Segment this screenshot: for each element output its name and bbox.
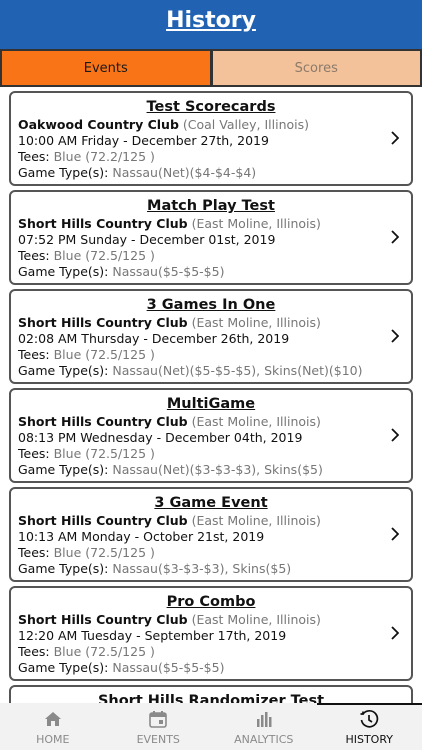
nav-events[interactable]: EVENTS: [106, 703, 212, 750]
tees-label: Tees:: [18, 347, 50, 362]
game-types-label: Game Type(s):: [18, 462, 109, 477]
event-datetime: 02:08 AM Thursday - December 26th, 2019: [18, 331, 290, 346]
event-name: Pro Combo: [166, 594, 256, 610]
game-types-value: Nassau($5-$5-$5): [112, 264, 225, 279]
club-location: (East Moline, Illinois): [191, 612, 321, 627]
event-card[interactable]: 3 Game Event Short Hills Country Club (E…: [9, 487, 413, 582]
event-name: Test Scorecards: [146, 99, 276, 115]
tees-label: Tees:: [18, 149, 50, 164]
event-list[interactable]: Test Scorecards Oakwood Country Club (Co…: [0, 87, 422, 703]
club-name: Short Hills Country Club: [18, 513, 188, 528]
tees-label: Tees:: [18, 644, 50, 659]
nav-home[interactable]: HOME: [0, 703, 106, 750]
chevron-right-icon[interactable]: [391, 131, 399, 145]
tees-value: Blue (72.5/125 ): [53, 248, 155, 263]
event-card[interactable]: MultiGame Short Hills Country Club (East…: [9, 388, 413, 483]
home-icon: [44, 712, 61, 726]
segmented-tabs: Events Scores: [0, 49, 422, 87]
club-location: (Coal Valley, Illinois): [182, 117, 310, 132]
event-datetime: 08:13 PM Wednesday - December 04th, 2019: [18, 430, 303, 445]
event-datetime: 10:13 AM Monday - October 21st, 2019: [18, 529, 265, 544]
club-name: Short Hills Country Club: [18, 414, 188, 429]
game-types-value: Nassau(Net)($3-$3-$3), Skins($5): [112, 462, 323, 477]
game-types-label: Game Type(s):: [18, 165, 109, 180]
tees-value: Blue (72.5/125 ): [53, 347, 155, 362]
club-location: (East Moline, Illinois): [191, 216, 321, 231]
club-name: Short Hills Country Club: [18, 612, 188, 627]
game-types-label: Game Type(s):: [18, 264, 109, 279]
event-card[interactable]: Match Play Test Short Hills Country Club…: [9, 190, 413, 285]
event-card[interactable]: Pro Combo Short Hills Country Club (East…: [9, 586, 413, 681]
tees-value: Blue (72.2/125 ): [53, 149, 155, 164]
chevron-right-icon[interactable]: [391, 230, 399, 244]
game-types-value: Nassau($3-$3-$3), Skins($5): [112, 561, 292, 576]
event-card[interactable]: 3 Games In One Short Hills Country Club …: [9, 289, 413, 384]
nav-analytics-label: ANALYTICS: [234, 733, 294, 746]
nav-events-label: EVENTS: [136, 733, 180, 746]
calendar-icon: [149, 711, 168, 728]
tab-events[interactable]: Events: [0, 49, 212, 87]
chevron-right-icon[interactable]: [391, 527, 399, 541]
game-types-value: Nassau($5-$5-$5): [112, 660, 225, 675]
chevron-right-icon[interactable]: [391, 428, 399, 442]
event-datetime: 07:52 PM Sunday - December 01st, 2019: [18, 232, 276, 247]
club-location: (East Moline, Illinois): [191, 315, 321, 330]
nav-home-label: HOME: [36, 733, 70, 746]
club-name: Oakwood Country Club: [18, 117, 179, 132]
active-tab-indicator: [316, 703, 422, 705]
app-header: History: [0, 0, 422, 49]
event-name: 3 Games In One: [146, 297, 276, 313]
tees-label: Tees:: [18, 248, 50, 263]
club-name: Short Hills Country Club: [18, 315, 188, 330]
event-card[interactable]: Test Scorecards Oakwood Country Club (Co…: [9, 91, 413, 186]
bottom-tab-bar: HOME EVENTS ANALYTICS HISTORY: [0, 703, 422, 750]
club-location: (East Moline, Illinois): [191, 513, 321, 528]
history-clock-icon: [360, 709, 379, 728]
tees-label: Tees:: [18, 545, 50, 560]
game-types-label: Game Type(s):: [18, 363, 109, 378]
nav-history[interactable]: HISTORY: [316, 703, 422, 750]
event-datetime: 12:20 AM Tuesday - September 17th, 2019: [18, 628, 287, 643]
tees-label: Tees:: [18, 446, 50, 461]
event-datetime: 10:00 AM Friday - December 27th, 2019: [18, 133, 269, 148]
tees-value: Blue (72.5/125 ): [53, 446, 155, 461]
nav-history-label: HISTORY: [345, 733, 394, 746]
event-name: Match Play Test: [147, 198, 275, 214]
event-card[interactable]: Short Hills Randomizer Test: [9, 685, 413, 703]
event-name: Short Hills Randomizer Test: [97, 693, 325, 703]
game-types-label: Game Type(s):: [18, 561, 109, 576]
game-types-value: Nassau(Net)($4-$4-$4): [112, 165, 257, 180]
page-title: History: [166, 8, 256, 33]
event-name: 3 Game Event: [154, 495, 268, 511]
tab-scores[interactable]: Scores: [211, 49, 422, 87]
game-types-value: Nassau(Net)($5-$5-$5), Skins(Net)($10): [112, 363, 363, 378]
event-name: MultiGame: [166, 396, 256, 412]
club-location: (East Moline, Illinois): [191, 414, 321, 429]
tees-value: Blue (72.5/125 ): [53, 644, 155, 659]
chevron-right-icon[interactable]: [391, 329, 399, 343]
bar-chart-icon: [256, 712, 272, 727]
tees-value: Blue (72.5/125 ): [53, 545, 155, 560]
game-types-label: Game Type(s):: [18, 660, 109, 675]
club-name: Short Hills Country Club: [18, 216, 188, 231]
chevron-right-icon[interactable]: [391, 626, 399, 640]
nav-analytics[interactable]: ANALYTICS: [211, 703, 317, 750]
